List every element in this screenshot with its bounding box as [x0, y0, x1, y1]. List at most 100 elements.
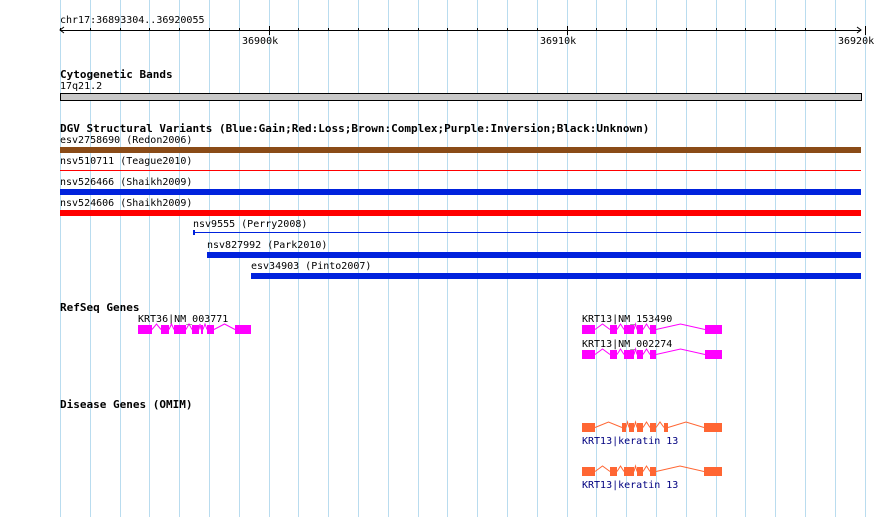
variant-bar-nsv510711[interactable] [60, 170, 861, 171]
grid-line [298, 0, 300, 517]
ruler-tick [358, 28, 359, 31]
ruler-tick [60, 28, 61, 31]
intron [655, 323, 706, 330]
intron [655, 348, 706, 355]
grid-line [685, 0, 687, 517]
intron [151, 323, 162, 330]
intron [616, 348, 625, 355]
exon [582, 423, 595, 432]
intron [616, 323, 625, 330]
intron [633, 347, 638, 355]
exon [235, 325, 251, 334]
variant-bar-esv2758690[interactable] [60, 147, 861, 153]
region-label: chr17:36893304..36920055 [60, 15, 205, 26]
grid-line [536, 0, 538, 517]
ruler-tick [238, 28, 240, 31]
ruler-tick [89, 28, 91, 31]
ruler-tick [417, 28, 419, 31]
exon [161, 325, 169, 334]
intron [185, 322, 193, 330]
variant-bar-nsv526466[interactable] [60, 189, 861, 195]
ruler-tick [805, 28, 806, 31]
omim-gene-label-krt13-2[interactable]: KRT13|keratin 13 [582, 480, 678, 492]
intron [633, 322, 638, 330]
ruler-tick [536, 28, 538, 31]
variant-label-nsv510711: nsv510711 (Teague2010) [60, 156, 193, 167]
omim-gene-label-krt13-1[interactable]: KRT13|keratin 13 [582, 436, 678, 448]
grid-line [715, 0, 717, 517]
exon [207, 325, 214, 334]
grid-line [268, 0, 270, 517]
ruler-tick [149, 28, 151, 31]
grid-line [864, 0, 866, 517]
ruler-tick [656, 28, 657, 31]
exon [705, 325, 722, 334]
ruler-tick [447, 28, 449, 31]
ruler-tick [268, 26, 270, 35]
intron [594, 465, 611, 472]
cytoband-bar[interactable] [60, 93, 862, 101]
ruler-tick [834, 28, 836, 31]
intron [655, 465, 705, 472]
intron [625, 420, 630, 428]
grid-line [417, 0, 419, 517]
cytoband-label: 17q21.2 [60, 81, 103, 92]
variant-bar-nsv827992[interactable] [207, 252, 861, 258]
grid-line [447, 0, 449, 517]
genome-browser-panel: chr17:36893304..36920055 36900k 36910k 3… [0, 0, 890, 517]
exon [582, 350, 595, 359]
grid-line [566, 0, 568, 517]
ruler-tick-label-36920k: 36920k [838, 36, 875, 47]
intron [642, 421, 651, 428]
ruler-tick [715, 28, 717, 31]
intron [633, 420, 638, 428]
variant-label-esv34903: esv34903 (Pinto2007) [251, 261, 372, 272]
variant-label-nsv526466: nsv526466 (Shaikh2009) [60, 177, 193, 188]
intron [642, 323, 651, 330]
intron [202, 322, 208, 330]
variant-label-nsv9555: nsv9555 (Perry2008) [193, 219, 308, 230]
variant-label-nsv827992: nsv827992 (Park2010) [207, 240, 328, 251]
ruler-tick [477, 28, 479, 31]
ruler-tick [566, 26, 568, 35]
grid-line [328, 0, 330, 517]
variant-bar-nsv9555[interactable] [193, 232, 861, 233]
grid-line [775, 0, 777, 517]
exon [704, 467, 722, 476]
track-title-omim: Disease Genes (OMIM) [60, 398, 193, 411]
variant-bar-nsv524606[interactable] [60, 210, 861, 216]
ruler-tick [596, 28, 598, 31]
exon [610, 350, 617, 359]
intron [213, 323, 236, 330]
intron [594, 348, 611, 355]
ruler-tick [387, 28, 389, 31]
grid-line [745, 0, 747, 517]
ruler-tick [685, 28, 687, 31]
ruler-tick [864, 26, 866, 35]
ruler-tick [626, 28, 628, 31]
variant-bar-esv34903[interactable] [251, 273, 861, 279]
intron [655, 421, 665, 428]
intron [616, 465, 625, 472]
variant-label-nsv524606: nsv524606 (Shaikh2009) [60, 198, 193, 209]
intron [594, 323, 611, 330]
exon [704, 423, 722, 432]
grid-line [834, 0, 836, 517]
ruler-tick [745, 28, 747, 31]
intron [642, 465, 651, 472]
ruler-tick [119, 28, 121, 31]
track-title-refseq: RefSeq Genes [60, 301, 140, 314]
exon [624, 325, 634, 334]
ruler-tick [298, 28, 300, 31]
exon [138, 325, 152, 334]
grid-line [805, 0, 806, 517]
grid-line [179, 0, 181, 517]
intron [633, 464, 638, 472]
exon [582, 467, 595, 476]
exon [192, 325, 199, 334]
exon [610, 325, 617, 334]
exon [624, 350, 634, 359]
ruler-tick-label-36910k: 36910k [540, 36, 577, 47]
intron [594, 421, 623, 428]
grid-line [358, 0, 359, 517]
